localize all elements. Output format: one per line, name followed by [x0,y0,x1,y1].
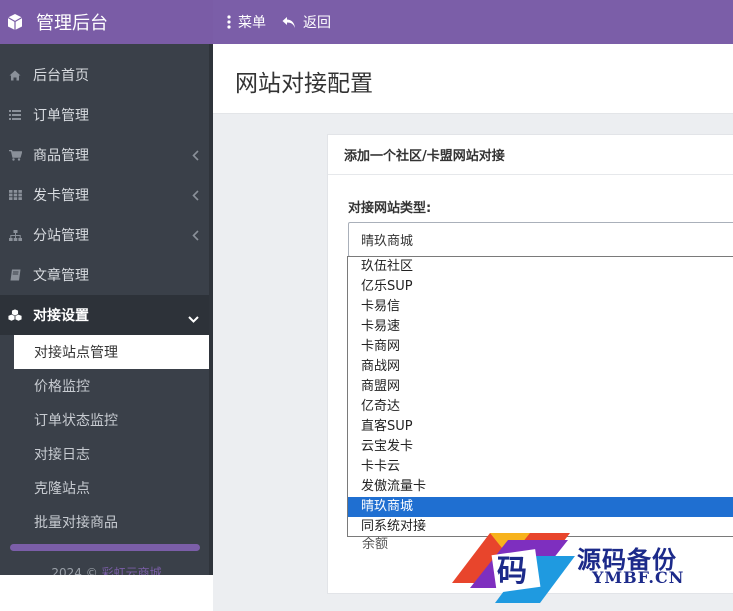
sidebar: 后台首页 订单管理 商品管理 发卡管理 分站管理 文章管理 对接设置 对接站点管… [0,44,213,575]
copyright-prefix: 2024 © [51,566,98,575]
site-type-dropdown-list[interactable]: 玖伍社区 亿乐SUP 卡易信 卡易速 卡商网 商战网 商盟网 亿奇达 直客SUP… [347,256,733,537]
subnav-item-price-monitor[interactable]: 价格监控 [14,369,213,403]
docking-subnav: 对接站点管理 价格监控 订单状态监控 对接日志 克隆站点 批量对接商品 [0,335,213,539]
subnav-item-clone-site[interactable]: 克隆站点 [14,471,213,505]
chevron-left-icon [192,229,199,245]
dropdown-option[interactable]: 亿乐SUP [348,277,733,297]
menu-button[interactable]: 菜单 [227,12,266,32]
brand[interactable]: 管理后台 [0,0,213,44]
reply-arrow-icon [282,16,296,29]
dropdown-option[interactable]: 卡卡云 [348,457,733,477]
dropdown-option[interactable]: 直客SUP [348,417,733,437]
dropdown-option[interactable]: 商盟网 [348,377,733,397]
cube-icon [7,14,23,30]
back-button[interactable]: 返回 [282,12,331,32]
site-type-label: 对接网站类型: [348,201,432,216]
sidebar-item-articles[interactable]: 文章管理 [0,255,213,295]
dropdown-option[interactable]: 发傲流量卡 [348,477,733,497]
book-icon [8,269,22,281]
sidebar-item-cards[interactable]: 发卡管理 [0,175,213,215]
dropdown-option-selected[interactable]: 晴玖商城 [348,497,733,517]
top-bar: 管理后台 菜单 返回 [0,0,733,44]
sidebar-item-label: 发卡管理 [33,188,89,204]
list-icon [8,110,22,120]
copyright-link[interactable]: 彩虹云商城 [102,566,162,575]
home-icon [8,70,22,81]
back-label: 返回 [303,15,331,31]
sidebar-item-docking-settings[interactable]: 对接设置 [0,295,213,335]
top-nav: 菜单 返回 [227,0,347,44]
sidebar-item-label: 文章管理 [33,268,89,284]
dropdown-option[interactable]: 商战网 [348,357,733,377]
menu-label: 菜单 [238,15,266,31]
subnav-item-batch-docking[interactable]: 批量对接商品 [14,505,213,539]
subnav-item-order-status-monitor[interactable]: 订单状态监控 [14,403,213,437]
panel-title: 添加一个社区/卡盟网站对接 [328,135,733,175]
site-type-select[interactable]: 晴玖商城 [348,222,733,257]
chevron-down-icon [188,311,199,327]
chevron-left-icon [192,189,199,205]
sidebar-item-home[interactable]: 后台首页 [0,55,213,95]
chevron-left-icon [192,149,199,165]
vertical-ellipsis-icon [227,15,231,29]
sidebar-item-orders[interactable]: 订单管理 [0,95,213,135]
dropdown-option[interactable]: 亿奇达 [348,397,733,417]
sidebar-item-products[interactable]: 商品管理 [0,135,213,175]
cubes-icon [8,308,22,322]
dropdown-option[interactable]: 云宝发卡 [348,437,733,457]
sidebar-item-label: 商品管理 [33,148,89,164]
page-header: 网站对接配置 [213,44,733,114]
dropdown-option[interactable]: 卡商网 [348,337,733,357]
cart-icon [8,149,22,161]
brand-title: 管理后台 [36,13,108,34]
subnav-item-docking-log[interactable]: 对接日志 [14,437,213,471]
copyright: 2024 © 彩虹云商城 [0,564,213,575]
dropdown-option[interactable]: 玖伍社区 [348,257,733,277]
sidebar-item-substations[interactable]: 分站管理 [0,215,213,255]
subnav-item-site-management[interactable]: 对接站点管理 [14,335,211,369]
grid-icon [8,190,22,200]
sidebar-item-label: 订单管理 [33,108,89,124]
watermark-subtitle: YMBF.CN [592,568,685,587]
page-title: 网站对接配置 [235,71,373,97]
sitemap-icon [8,229,22,241]
watermark-logo-char: 码 [497,554,527,589]
dropdown-option[interactable]: 卡易信 [348,297,733,317]
sidebar-item-label: 后台首页 [33,68,89,84]
dropdown-option[interactable]: 卡易速 [348,317,733,337]
sidebar-item-label: 分站管理 [33,228,89,244]
sidebar-horizontal-scrollbar[interactable] [10,544,200,551]
sidebar-item-label: 对接设置 [33,308,89,324]
